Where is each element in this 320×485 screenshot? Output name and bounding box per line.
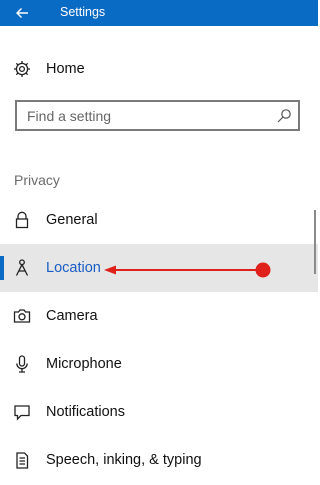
section-heading-privacy: Privacy [14, 172, 60, 188]
sidebar-item-notifications[interactable]: Notifications [0, 388, 318, 436]
speech-icon [16, 452, 29, 469]
camera-icon [13, 309, 31, 323]
settings-window: Settings Home Privacy Gen [0, 0, 318, 485]
search-icon[interactable] [276, 108, 292, 124]
location-person-icon [15, 259, 29, 276]
sidebar-item-location[interactable]: Location [0, 244, 318, 292]
scrollbar-thumb[interactable] [314, 210, 316, 274]
sidebar-item-label: Microphone [46, 356, 122, 372]
sidebar-item-label: General [46, 212, 98, 228]
sidebar-item-label: Notifications [46, 404, 125, 420]
lock-icon [15, 211, 29, 229]
window-title: Settings [60, 5, 106, 19]
microphone-icon [16, 355, 28, 373]
home-nav-item[interactable]: Home [0, 52, 318, 86]
title-bar: Settings [0, 0, 318, 26]
back-arrow-icon [16, 8, 28, 18]
sidebar-item-label: Location [46, 260, 101, 276]
sidebar-item-label: Camera [46, 308, 98, 324]
sidebar-item-microphone[interactable]: Microphone [0, 340, 318, 388]
home-label: Home [46, 61, 85, 77]
selection-indicator [0, 256, 4, 280]
sidebar-item-label: Speech, inking, & typing [46, 452, 202, 468]
search-input[interactable] [17, 102, 265, 129]
sidebar-item-speech-inking-typing[interactable]: Speech, inking, & typing [0, 436, 318, 484]
sidebar-item-general[interactable]: General [0, 196, 318, 244]
sidebar-item-camera[interactable]: Camera [0, 292, 318, 340]
gear-icon [14, 61, 30, 77]
notification-icon [14, 405, 30, 421]
back-button[interactable] [0, 0, 44, 26]
search-box[interactable] [15, 100, 300, 131]
